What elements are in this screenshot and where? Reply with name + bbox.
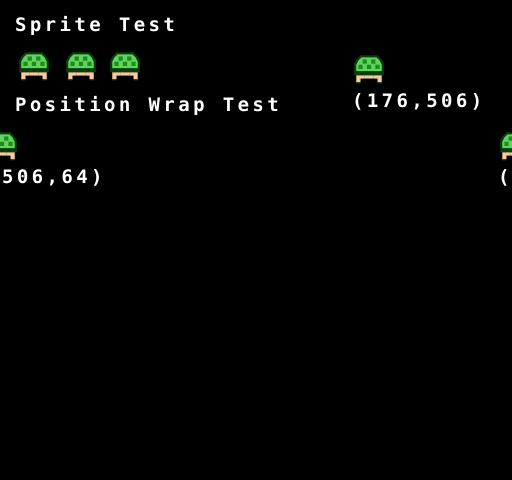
coord-readout-wrapped-right: ( [498, 166, 512, 188]
turtle-shell-icon [17, 50, 50, 81]
turtle-shell-icon [352, 53, 385, 84]
turtle-shell-icon [0, 130, 18, 161]
title-text: Sprite Test [15, 14, 179, 36]
game-screen: Sprite Test Position Wrap Test (176,506)… [0, 0, 512, 480]
coord-readout-wrapped: 506,64) [2, 166, 106, 188]
turtle-shell-icon [64, 50, 97, 81]
turtle-shell-icon [108, 50, 141, 81]
turtle-shell-icon [498, 130, 512, 161]
coord-readout: (176,506) [352, 90, 486, 112]
wrap-test-label: Position Wrap Test [15, 94, 283, 116]
